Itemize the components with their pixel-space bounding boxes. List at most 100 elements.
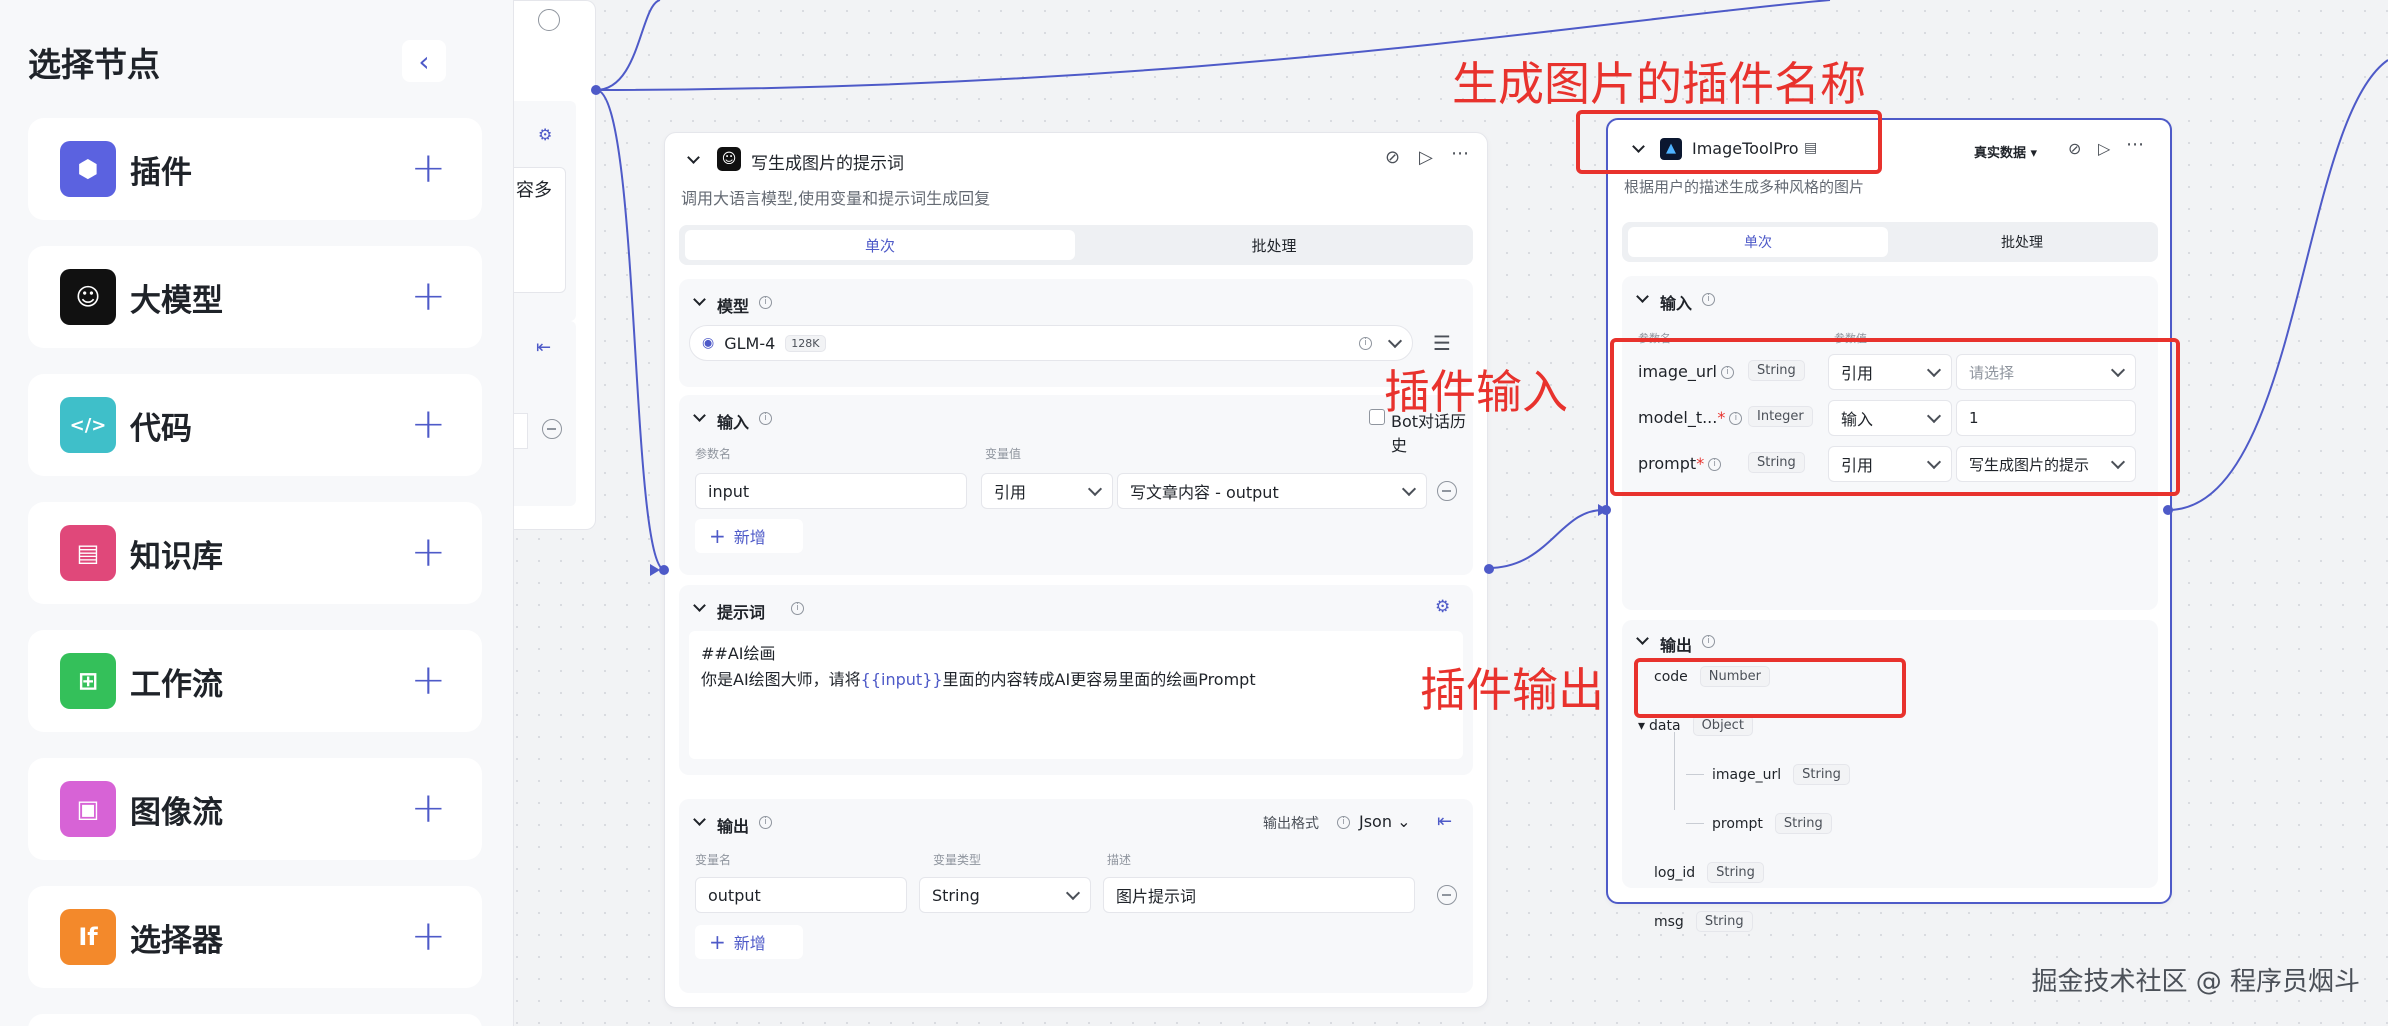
annotation-plugin-name: 生成图片的插件名称 [1452, 57, 1866, 111]
section-title: 输出 [1660, 636, 1693, 655]
add-node-plus-icon[interactable]: + [411, 912, 446, 960]
cropped-text: 容多 [516, 180, 552, 201]
user-settings-icon[interactable]: ⚙ [1435, 597, 1450, 617]
tree-connector [1686, 774, 1704, 775]
add-input-button[interactable]: + 新增 [695, 519, 803, 553]
remove-icon[interactable] [1437, 481, 1457, 501]
plugin-node[interactable]: ▲ ImageToolPro ▤ 真实数据 ▾ ⊘ ▷ ⋯ 根据用户的描述生成多… [1606, 118, 2172, 932]
flow-icon: ⊞ [60, 653, 116, 709]
prompt-line: 你是AI绘图大师，请将{{input}}里面的内容转成AI更容易里面的绘画Pro… [701, 670, 1256, 689]
mode-value: 引用 [994, 483, 1027, 502]
chevron-left-icon: ‹ [418, 44, 430, 78]
output-name: log_id [1654, 864, 1696, 881]
node-item[interactable] [28, 1014, 482, 1026]
format-value: Json [1359, 812, 1392, 831]
cropped-section: ⚙ 容多 [514, 101, 576, 321]
tab-single[interactable]: 单次 [685, 230, 1075, 260]
node-item[interactable]: ▣ 图像流 + [28, 758, 482, 860]
param-name-input[interactable]: input [695, 473, 967, 509]
collapse-chevron-icon[interactable] [1636, 290, 1649, 303]
llm-node[interactable]: ☺ 写生成图片的提示词 ⊘ ▷ ⋯ 调用大语言模型,使用变量和提示词生成回复 单… [664, 132, 1488, 1008]
add-node-plus-icon[interactable]: + [411, 272, 446, 320]
settings-sliders-icon[interactable]: ☰ [1433, 331, 1451, 355]
info-icon: i [1702, 635, 1715, 648]
run-icon[interactable]: ▷ [1419, 147, 1433, 168]
output-name: data [1649, 717, 1681, 734]
output-port[interactable] [591, 85, 601, 95]
column-header: 变量类型 [933, 853, 982, 867]
variable-select[interactable]: 写文章内容 - output [1117, 473, 1427, 509]
info-icon: i [791, 602, 804, 615]
add-node-plus-icon[interactable]: + [411, 656, 446, 704]
collapse-chevron-icon[interactable] [693, 293, 706, 306]
history-checkbox[interactable] [1369, 409, 1385, 425]
remove-icon[interactable] [538, 9, 560, 31]
section-title: 模型 [717, 297, 750, 316]
prompt-editor[interactable]: ##AI绘画 你是AI绘图大师，请将{{input}}里面的内容转成AI更容易里… [689, 631, 1463, 759]
output-field: image_url String [1686, 764, 1850, 785]
output-name-input[interactable]: output [695, 877, 907, 913]
remove-icon[interactable] [1437, 885, 1457, 905]
cropped-section-2: ⇤ [514, 321, 576, 506]
annotation-plugin-output: 插件输出 [1420, 663, 1604, 717]
node-item[interactable]: ⬢ 插件 + [28, 118, 482, 220]
add-output-button[interactable]: + 新增 [695, 925, 803, 959]
collapse-chevron-icon[interactable] [687, 151, 700, 164]
type-value: String [932, 885, 980, 905]
tab-batch[interactable]: 批处理 [1079, 230, 1469, 260]
tab-single[interactable]: 单次 [1628, 227, 1888, 257]
node-title: 写生成图片的提示词 [751, 154, 904, 174]
node-item[interactable]: </> 代码 + [28, 374, 482, 476]
more-icon[interactable]: ⋯ [1451, 143, 1469, 164]
format-select[interactable]: Json ⌄ [1359, 812, 1410, 831]
model-select[interactable]: ◉ GLM-4 128K i [689, 325, 1413, 361]
user-settings-icon[interactable]: ⚙ [538, 125, 552, 144]
tab-batch[interactable]: 批处理 [1892, 227, 2152, 257]
node-item[interactable]: ▤ 知识库 + [28, 502, 482, 604]
output-name: prompt [1712, 815, 1763, 832]
plus-icon: + [709, 930, 726, 954]
type-tag: String [1774, 813, 1832, 834]
output-desc-input[interactable]: 图片提示词 [1103, 877, 1415, 913]
remove-icon[interactable] [542, 419, 562, 439]
collapse-chevron-icon[interactable] [693, 813, 706, 826]
value-mode-select[interactable]: 引用 [981, 473, 1113, 509]
node-description: 调用大语言模型,使用变量和提示词生成回复 [681, 189, 991, 208]
cropped-node[interactable]: ⚙ 容多 ⇤ [514, 0, 596, 530]
input-port[interactable] [1601, 505, 1611, 515]
mute-icon[interactable]: ⊘ [2068, 139, 2081, 158]
node-item[interactable]: If 选择器 + [28, 886, 482, 988]
add-node-plus-icon[interactable]: + [411, 784, 446, 832]
collapse-chevron-icon[interactable] [693, 599, 706, 612]
add-node-plus-icon[interactable]: + [411, 144, 446, 192]
collapse-chevron-icon[interactable] [1636, 632, 1649, 645]
book-icon: ▤ [60, 525, 116, 581]
add-node-plus-icon[interactable]: + [411, 400, 446, 448]
node-item-label: 大模型 [130, 282, 223, 319]
model-logo-icon: ◉ [702, 335, 715, 351]
output-type-select[interactable]: String [919, 877, 1091, 913]
output-port[interactable] [2163, 505, 2173, 515]
panel-title: 选择节点 [28, 45, 160, 84]
input-port[interactable] [659, 565, 669, 575]
prompt-line: ##AI绘画 [701, 644, 776, 663]
collapse-panel-button[interactable]: ‹ [402, 40, 446, 82]
model-name: GLM-4 [724, 333, 776, 353]
more-icon[interactable]: ⋯ [2126, 134, 2144, 155]
add-label: 新增 [733, 528, 766, 547]
export-icon[interactable]: ⇤ [536, 337, 551, 358]
mute-icon[interactable]: ⊘ [1385, 147, 1400, 168]
node-item[interactable]: ☺ 大模型 + [28, 246, 482, 348]
output-port[interactable] [1484, 564, 1494, 574]
collapse-chevron-icon[interactable] [693, 409, 706, 422]
info-icon: i [1359, 337, 1372, 350]
info-icon: i [759, 296, 772, 309]
column-header: 变量值 [985, 447, 1022, 461]
expand-triangle-icon[interactable]: ▾ [1638, 718, 1645, 734]
node-item[interactable]: ⊞ 工作流 + [28, 630, 482, 732]
add-node-plus-icon[interactable]: + [411, 528, 446, 576]
export-icon[interactable]: ⇤ [1437, 811, 1452, 832]
test-data-select[interactable]: 真实数据 ▾ [1974, 142, 2037, 161]
run-icon[interactable]: ▷ [2098, 139, 2110, 158]
type-tag: String [1695, 911, 1753, 932]
